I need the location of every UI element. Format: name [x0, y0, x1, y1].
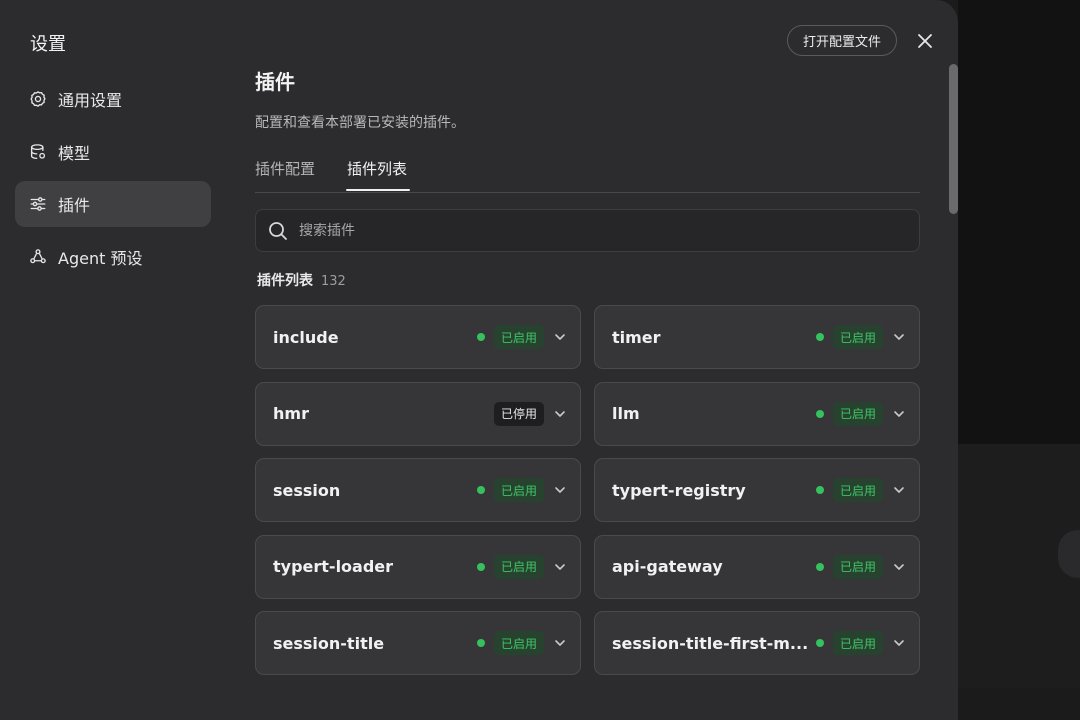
agent-icon	[29, 248, 47, 266]
plugin-card[interactable]: session 已启用	[255, 458, 581, 523]
plugin-card[interactable]: typert-loader 已启用	[255, 534, 581, 599]
status-dot	[476, 639, 485, 648]
plugin-card[interactable]: hmr 已停用	[255, 381, 581, 446]
gear-icon	[29, 90, 47, 108]
plugin-name: typert-registry	[612, 480, 746, 500]
active-tab-indicator	[346, 189, 410, 191]
database-icon	[29, 143, 47, 161]
chevron-down-icon[interactable]	[893, 561, 905, 573]
page-title: 插件	[255, 70, 295, 94]
chevron-down-icon[interactable]	[554, 408, 566, 420]
sidebar-item-plugins[interactable]: 插件	[15, 181, 211, 228]
close-icon[interactable]	[914, 30, 936, 52]
plugin-name: llm	[612, 404, 640, 424]
background-overlay	[958, 0, 1080, 688]
status-dot	[815, 333, 824, 341]
chevron-down-icon[interactable]	[893, 637, 905, 649]
status-dot	[815, 639, 824, 648]
sidebar-item-agent-presets[interactable]: Agent 预设	[15, 234, 211, 280]
status-badge: 已启用	[832, 325, 883, 349]
plugin-card[interactable]: include 已启用	[255, 305, 581, 369]
plugin-name: api-gateway	[612, 557, 723, 577]
status-badge: 已停用	[493, 401, 544, 426]
plugin-name: session-title	[273, 633, 385, 653]
plugin-card[interactable]: session-title 已启用	[255, 611, 581, 676]
page-description: 配置和查看本部署已安装的插件。	[255, 115, 465, 131]
sidebar-item-label: Agent 预设	[58, 248, 143, 268]
plugin-name: timer	[612, 327, 661, 347]
chevron-down-icon[interactable]	[554, 484, 566, 496]
status-badge: 已启用	[832, 631, 883, 656]
status-badge: 已启用	[832, 401, 883, 426]
status-dot	[815, 409, 824, 418]
sidebar-item-label: 插件	[58, 196, 91, 216]
tab-plugin-list[interactable]: 插件列表	[347, 158, 407, 179]
plugin-count: 132	[321, 274, 346, 289]
chevron-down-icon[interactable]	[554, 331, 566, 343]
plugin-name: typert-loader	[273, 557, 394, 577]
status-dot	[476, 562, 485, 571]
status-dot	[476, 333, 485, 341]
sliders-icon	[29, 195, 47, 213]
chevron-down-icon[interactable]	[893, 484, 905, 496]
plugin-card[interactable]: session-title-first-m... 已启用	[594, 611, 920, 676]
status-dot	[476, 486, 485, 495]
status-badge: 已启用	[493, 325, 544, 349]
sidebar-item-models[interactable]: 模型	[15, 129, 211, 175]
search-input[interactable]	[297, 221, 919, 240]
chevron-down-icon[interactable]	[554, 637, 566, 649]
sidebar-item-label: 模型	[58, 143, 91, 163]
tab-plugin-config[interactable]: 插件配置	[255, 158, 315, 179]
status-badge: 已启用	[832, 554, 883, 579]
plugin-name: session	[273, 480, 341, 500]
status-badge: 已启用	[832, 478, 883, 503]
plugin-name: session-title-first-m...	[612, 633, 809, 653]
chevron-down-icon[interactable]	[893, 331, 905, 343]
scrollbar-thumb[interactable]	[949, 64, 958, 214]
plugin-list-title: 插件列表	[257, 273, 313, 289]
plugin-card[interactable]: api-gateway 已启用	[594, 534, 920, 599]
dialog-title: 设置	[30, 34, 66, 55]
sidebar-item-general[interactable]: 通用设置	[15, 76, 211, 122]
chevron-down-icon[interactable]	[554, 561, 566, 573]
plugin-name: hmr	[273, 404, 309, 424]
plugin-name: include	[273, 327, 339, 347]
plugin-card[interactable]: typert-registry 已启用	[594, 458, 920, 523]
plugin-list-heading: 插件列表 132	[257, 270, 346, 290]
sidebar: 通用设置 模型 插件 Agent 预设	[15, 76, 211, 286]
plugin-card[interactable]: llm 已启用	[594, 381, 920, 446]
search-box	[255, 209, 920, 252]
plugin-card[interactable]: timer 已启用	[594, 305, 920, 369]
sidebar-item-label: 通用设置	[58, 91, 123, 110]
status-dot	[815, 486, 824, 495]
settings-dialog: 设置 通用设置 模型 插件 Agent 预设 打开配置文件 插件 配置和查看本部…	[0, 0, 958, 720]
status-badge: 已启用	[493, 631, 544, 656]
chevron-down-icon[interactable]	[893, 408, 905, 420]
open-config-file-button[interactable]: 打开配置文件	[787, 25, 897, 56]
search-icon	[268, 221, 288, 241]
status-dot	[815, 562, 824, 571]
status-badge: 已启用	[493, 478, 544, 503]
plugin-grid: include 已启用 timer 已启用 hmr 已停用 llm 已启用 se…	[255, 305, 920, 676]
tab-bar: 插件配置 插件列表	[255, 150, 920, 193]
status-badge: 已启用	[493, 554, 544, 579]
